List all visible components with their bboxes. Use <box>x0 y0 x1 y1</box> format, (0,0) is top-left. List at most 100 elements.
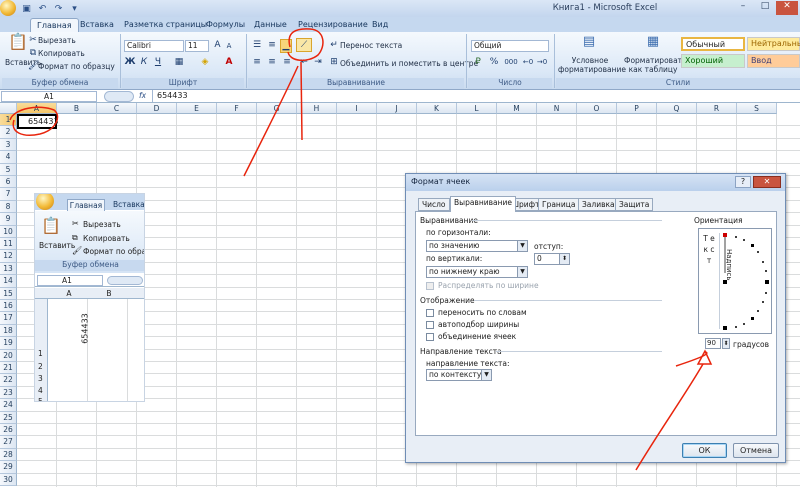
column-header-e[interactable]: E <box>177 103 217 114</box>
column-header-q[interactable]: Q <box>657 103 697 114</box>
office-button[interactable] <box>0 0 16 16</box>
maximize-button[interactable]: □ <box>754 1 776 15</box>
italic-button[interactable]: К <box>138 56 150 68</box>
row-header-15[interactable]: 15 <box>0 287 17 300</box>
wrap-checkbox[interactable] <box>426 309 434 317</box>
align-center-icon[interactable]: ≡ <box>265 56 279 68</box>
row-header-22[interactable]: 22 <box>0 374 17 387</box>
row-header-4[interactable]: 4 <box>0 151 17 164</box>
row-header-10[interactable]: 10 <box>0 225 17 238</box>
style-input[interactable]: Ввод <box>747 54 800 68</box>
row-header-12[interactable]: 12 <box>0 250 17 263</box>
column-header-o[interactable]: O <box>577 103 617 114</box>
row-header-1[interactable]: 1 <box>0 114 17 127</box>
underline-button[interactable]: Ч <box>152 56 164 68</box>
column-header-h[interactable]: H <box>297 103 337 114</box>
font-color-icon[interactable]: A <box>222 56 236 68</box>
tab-home[interactable]: Главная <box>30 18 79 32</box>
minimize-button[interactable]: – <box>732 1 754 15</box>
vertical-text-button[interactable]: Т е к с т <box>702 233 716 329</box>
select-all-corner[interactable] <box>0 103 17 114</box>
column-header-a[interactable]: A <box>17 103 57 114</box>
column-header-d[interactable]: D <box>137 103 177 114</box>
merge-center-button[interactable]: Объединить и поместить в центре <box>340 59 478 68</box>
orientation-handle[interactable] <box>723 233 727 237</box>
format-as-table-label-2[interactable]: как таблицу <box>624 65 682 74</box>
currency-icon[interactable]: ₽ <box>471 56 485 68</box>
cell-a1[interactable]: 654433 <box>17 114 59 129</box>
column-header-i[interactable]: I <box>337 103 377 114</box>
row-header-28[interactable]: 28 <box>0 448 17 462</box>
shrink-font-icon[interactable]: A <box>224 40 234 52</box>
row-header-25[interactable]: 25 <box>0 411 17 424</box>
save-icon[interactable]: ▣ <box>20 2 33 15</box>
wrap-text-button[interactable]: Перенос текста <box>340 41 402 50</box>
degrees-spin-icon[interactable]: ⬍ <box>722 338 730 349</box>
close-button[interactable]: ✕ <box>776 1 798 15</box>
column-header-f[interactable]: F <box>217 103 257 114</box>
thousands-button[interactable]: 000 <box>502 56 520 68</box>
increase-indent-icon[interactable]: ⇥ <box>312 56 324 68</box>
name-box[interactable]: A1 <box>1 91 97 102</box>
conditional-formatting-label-2[interactable]: форматирование <box>558 65 626 74</box>
tab-alignment[interactable]: Выравнивание <box>450 196 517 212</box>
font-name-combo[interactable]: Calibri <box>124 40 184 52</box>
row-header-20[interactable]: 20 <box>0 349 17 362</box>
column-header-g[interactable]: G <box>257 103 297 114</box>
column-header-j[interactable]: J <box>377 103 417 114</box>
redo-icon[interactable]: ↷ <box>52 2 65 15</box>
distributed-checkbox[interactable] <box>426 282 434 290</box>
row-header-24[interactable]: 24 <box>0 399 17 412</box>
cancel-button[interactable]: Отмена <box>733 443 779 458</box>
row-header-6[interactable]: 6 <box>0 176 17 189</box>
column-header-c[interactable]: C <box>97 103 137 114</box>
align-middle-icon[interactable]: ≡ <box>265 39 279 51</box>
number-format-combo[interactable]: Общий <box>471 40 549 52</box>
chevron-down-icon[interactable]: ▾ <box>68 2 81 15</box>
vertical-select[interactable]: по нижнему краю ▼ <box>426 266 528 278</box>
row-header-29[interactable]: 29 <box>0 461 17 474</box>
row-header-17[interactable]: 17 <box>0 312 17 325</box>
align-bottom-icon[interactable]: ▁ <box>280 39 292 53</box>
column-header-l[interactable]: L <box>457 103 497 114</box>
conditional-formatting-label-1[interactable]: Условное <box>562 56 618 65</box>
decrease-indent-icon[interactable]: ⇤ <box>298 56 310 68</box>
row-header-19[interactable]: 19 <box>0 337 17 350</box>
horizontal-select[interactable]: по значению ▼ <box>426 240 528 252</box>
column-header-s[interactable]: S <box>737 103 777 114</box>
cut-button[interactable]: Вырезать <box>38 36 76 45</box>
align-right-icon[interactable]: ≡ <box>280 56 294 68</box>
align-left-icon[interactable]: ≡ <box>250 56 264 68</box>
column-header-p[interactable]: P <box>617 103 657 114</box>
column-header-r[interactable]: R <box>697 103 737 114</box>
row-header-3[interactable]: 3 <box>0 138 17 152</box>
format-as-table-label-1[interactable]: Форматировать <box>624 56 686 65</box>
tab-insert[interactable]: Вставка <box>74 18 120 32</box>
orientation-box[interactable]: Т е к с т Надпись <box>698 228 772 334</box>
column-header-m[interactable]: M <box>497 103 537 114</box>
dialog-close-button[interactable]: ✕ <box>753 176 781 188</box>
percent-button[interactable]: % <box>488 56 500 68</box>
fill-color-icon[interactable]: ◈ <box>198 56 212 68</box>
tab-border[interactable]: Граница <box>538 198 580 211</box>
style-neutral[interactable]: Нейтральный <box>747 37 800 51</box>
row-header-23[interactable]: 23 <box>0 386 17 400</box>
row-header-21[interactable]: 21 <box>0 362 17 375</box>
help-button[interactable]: ? <box>735 176 751 188</box>
row-header-14[interactable]: 14 <box>0 275 17 288</box>
borders-icon[interactable]: ▦ <box>172 56 186 68</box>
tab-view[interactable]: Вид <box>366 18 394 32</box>
column-header-k[interactable]: K <box>417 103 457 114</box>
direction-select[interactable]: по контексту ▼ <box>426 369 492 381</box>
tab-fill[interactable]: Заливка <box>578 198 619 211</box>
row-header-8[interactable]: 8 <box>0 200 17 214</box>
formula-bar-handle[interactable] <box>104 91 134 102</box>
row-header-11[interactable]: 11 <box>0 238 17 251</box>
row-header-30[interactable]: 30 <box>0 473 17 486</box>
increase-decimal-icon[interactable]: ←0 <box>522 56 534 68</box>
orientation-icon[interactable]: ⟋ <box>296 38 312 52</box>
autofit-checkbox[interactable] <box>426 321 434 329</box>
tab-number[interactable]: Число <box>418 198 450 211</box>
row-header-5[interactable]: 5 <box>0 163 17 176</box>
row-header-18[interactable]: 18 <box>0 324 17 338</box>
